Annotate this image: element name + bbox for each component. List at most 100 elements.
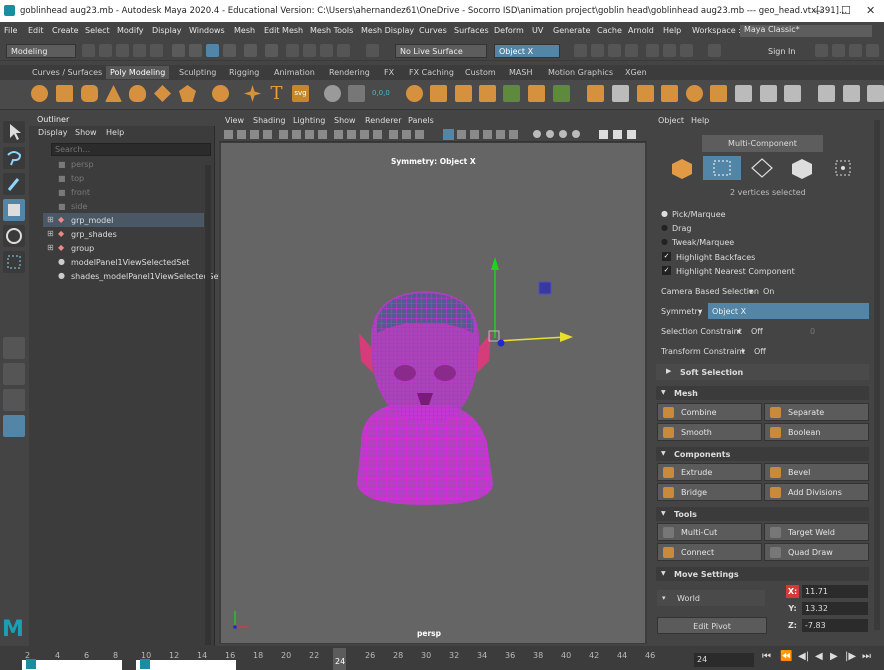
shelf-tab-xgen[interactable]: XGen bbox=[625, 68, 647, 77]
shelf-tab-fx[interactable]: FX bbox=[384, 68, 394, 77]
combine-icon[interactable] bbox=[406, 85, 423, 102]
bevel-icon[interactable] bbox=[503, 85, 520, 102]
x-value-field[interactable]: 11.71 bbox=[802, 585, 868, 598]
pick-marquee-option[interactable]: Pick/Marquee bbox=[672, 210, 726, 219]
snap-live-icon[interactable] bbox=[337, 44, 350, 57]
shelf-tab-rigging[interactable]: Rigging bbox=[229, 68, 259, 77]
channel-box-toggle-icon[interactable] bbox=[849, 44, 862, 57]
boolean-button[interactable]: Boolean bbox=[764, 423, 869, 441]
menu-generate[interactable]: Generate bbox=[553, 26, 590, 35]
user-icon[interactable] bbox=[750, 44, 763, 57]
world-dropdown[interactable]: ▾ World bbox=[657, 590, 765, 606]
symmetry-dropdown[interactable]: Object X bbox=[494, 44, 560, 58]
components-section-header[interactable]: Components bbox=[656, 447, 869, 461]
selection-constraint-value[interactable]: Off bbox=[751, 327, 763, 336]
shelf-tab-motion-graphics[interactable]: Motion Graphics bbox=[548, 68, 613, 77]
play-forward-icon[interactable]: ▶ bbox=[830, 651, 838, 662]
chevron-down-icon[interactable]: ▾ bbox=[698, 307, 702, 316]
open-scene-icon[interactable] bbox=[99, 44, 112, 57]
poly-type-icon[interactable]: T bbox=[268, 85, 285, 103]
platonic-solid-icon[interactable] bbox=[212, 85, 229, 102]
multi-cut-icon[interactable] bbox=[553, 85, 570, 102]
save-scene-icon[interactable] bbox=[116, 44, 129, 57]
snap-together-icon[interactable] bbox=[366, 44, 379, 57]
outliner-item-front[interactable]: front bbox=[71, 188, 90, 197]
multi-component-button[interactable]: Multi-Component bbox=[702, 135, 823, 152]
radio-selected-icon[interactable]: ● bbox=[661, 209, 668, 218]
viewport-menu-renderer[interactable]: Renderer bbox=[365, 116, 402, 125]
mesh-section-header[interactable]: Mesh bbox=[656, 386, 869, 400]
menu-arnold[interactable]: Arnold bbox=[628, 26, 654, 35]
shelf-tab-sculpting[interactable]: Sculpting bbox=[179, 68, 216, 77]
target-weld-icon[interactable] bbox=[710, 85, 727, 102]
highlight-nearest-checkbox[interactable]: ✓ bbox=[662, 266, 671, 275]
shelf-tab-poly-modeling[interactable]: Poly Modeling bbox=[106, 66, 170, 79]
render-icon[interactable] bbox=[574, 44, 587, 57]
outliner-item-grp-shades[interactable]: grp_shades bbox=[71, 230, 117, 239]
scale-tool-icon[interactable] bbox=[3, 251, 25, 273]
step-forward-frame-icon[interactable]: |▶ bbox=[845, 651, 856, 662]
poly-plane-icon[interactable] bbox=[154, 85, 171, 102]
snap-curve-icon[interactable] bbox=[286, 44, 299, 57]
step-back-key-icon[interactable]: ⏪ bbox=[780, 651, 792, 662]
shelf-tab-fx-caching[interactable]: FX Caching bbox=[409, 68, 454, 77]
y-axis-label[interactable]: Y: bbox=[786, 602, 799, 615]
y-value-field[interactable]: 13.32 bbox=[802, 602, 868, 615]
auto-map-icon[interactable] bbox=[784, 85, 801, 102]
ipr-render-icon[interactable] bbox=[591, 44, 604, 57]
outliner-scrollbar[interactable] bbox=[205, 165, 211, 645]
maximize-button[interactable]: ☐ bbox=[841, 4, 851, 17]
menu-deform[interactable]: Deform bbox=[494, 26, 524, 35]
attribute-editor-toggle-icon[interactable] bbox=[832, 44, 845, 57]
paint-select-icon[interactable] bbox=[3, 173, 25, 195]
render-settings-icon[interactable] bbox=[608, 44, 621, 57]
menu-curves[interactable]: Curves bbox=[419, 26, 447, 35]
time-slider[interactable]: 2 4 6 8 10 12 14 16 18 20 22 24 26 28 30… bbox=[0, 646, 884, 670]
radio-icon[interactable]: ● bbox=[661, 237, 668, 246]
poly-disc-icon[interactable] bbox=[179, 85, 196, 102]
new-scene-icon[interactable] bbox=[82, 44, 95, 57]
outliner-item-top[interactable]: top bbox=[71, 174, 84, 183]
live-surface-field[interactable]: No Live Surface bbox=[395, 44, 487, 58]
viewport-menu-view[interactable]: View bbox=[225, 116, 244, 125]
chevron-down-icon[interactable]: ▾ bbox=[737, 327, 741, 336]
symmetry-dropdown-panel[interactable]: Object X bbox=[708, 303, 869, 319]
radio-icon[interactable]: ● bbox=[661, 223, 668, 232]
highlight-backfaces-checkbox[interactable]: ✓ bbox=[662, 252, 671, 261]
menu-file[interactable]: File bbox=[4, 26, 17, 35]
viewport-menu-panels[interactable]: Panels bbox=[408, 116, 434, 125]
transform-constraint-value[interactable]: Off bbox=[754, 347, 766, 356]
smooth-button[interactable]: Smooth bbox=[657, 423, 762, 441]
extrude-icon[interactable] bbox=[455, 85, 472, 102]
mash-icon[interactable] bbox=[324, 85, 341, 102]
menu-mesh-tools[interactable]: Mesh Tools bbox=[310, 26, 353, 35]
vertex-mask-icon[interactable] bbox=[223, 44, 236, 57]
redo-icon[interactable] bbox=[150, 44, 163, 57]
menu-mesh-display[interactable]: Mesh Display bbox=[361, 26, 414, 35]
mirror-icon[interactable] bbox=[612, 85, 629, 102]
add-divisions-button[interactable]: Add Divisions bbox=[764, 483, 869, 501]
outliner-menu-help[interactable]: Help bbox=[106, 128, 124, 137]
svg-tool-icon[interactable]: svg bbox=[292, 85, 309, 102]
poly-cylinder-icon[interactable] bbox=[81, 85, 98, 102]
menu-windows[interactable]: Windows bbox=[189, 26, 225, 35]
crease-icon[interactable] bbox=[843, 85, 860, 102]
poly-cube-icon[interactable] bbox=[56, 85, 73, 102]
viewport-menu-shading[interactable]: Shading bbox=[253, 116, 286, 125]
planar-map-icon[interactable] bbox=[760, 85, 777, 102]
chevron-down-icon[interactable]: ▾ bbox=[749, 287, 753, 296]
outliner-item-persp[interactable]: persp bbox=[71, 160, 94, 169]
soft-selection-section[interactable]: ▶ Soft Selection bbox=[656, 364, 869, 380]
merge-icon[interactable] bbox=[528, 85, 545, 102]
vertex-mode-icon[interactable] bbox=[703, 156, 741, 180]
single-perspective-layout-icon[interactable] bbox=[3, 337, 25, 359]
persp-outliner-layout-icon[interactable] bbox=[3, 389, 25, 411]
mode-dropdown[interactable]: Modeling bbox=[6, 44, 76, 58]
menu-edit-mesh[interactable]: Edit Mesh bbox=[264, 26, 303, 35]
outliner-menu-show[interactable]: Show bbox=[75, 128, 97, 137]
lasso-tool-icon[interactable] bbox=[3, 147, 25, 169]
select-tool-icon[interactable] bbox=[3, 121, 25, 143]
shelf-tab-animation[interactable]: Animation bbox=[274, 68, 315, 77]
viewport-toolbar-icons[interactable] bbox=[219, 127, 647, 142]
go-to-start-icon[interactable]: ⏮ bbox=[762, 651, 771, 662]
